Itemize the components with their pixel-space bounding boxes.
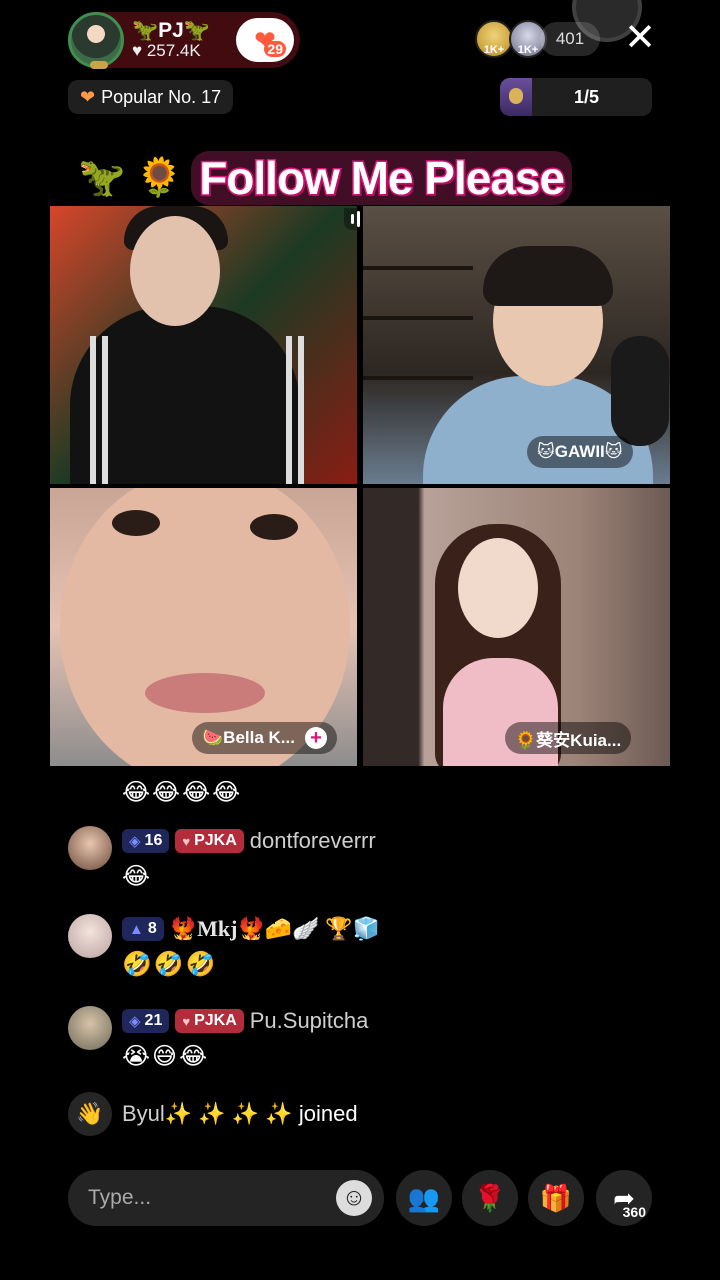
user-level-badge: ◈ 21 [122, 1009, 170, 1033]
guest-video-tile-3[interactable]: 🍉Bella K... + [50, 488, 357, 766]
video-content [611, 336, 669, 446]
chat-username[interactable]: dontforeverrr [250, 828, 376, 854]
user-level-badge: ▲ 8 [122, 917, 164, 941]
room-banner: 🦖 🌻 Follow Me Please [78, 148, 573, 208]
emoji-icon[interactable]: ☺ [336, 1180, 372, 1216]
chat-user-avatar[interactable] [68, 826, 112, 870]
guest-name: 🐱GAWII🐱 [537, 442, 623, 461]
heart-icon: ❤ [80, 86, 96, 107]
host-avatar[interactable] [68, 12, 124, 69]
video-content [90, 336, 96, 484]
people-icon: 👥 [407, 1182, 441, 1213]
chat-username[interactable]: Pu.Supitcha [250, 1008, 369, 1034]
host-info-pill[interactable]: 🦖PJ🦖 ♥ 257.4K ❤ 29 [68, 12, 300, 69]
chat-text: 😭😅😂 [122, 1043, 210, 1070]
popular-rank-badge[interactable]: ❤ Popular No. 17 [68, 80, 234, 114]
host-name: 🦖PJ🦖 [132, 19, 210, 43]
video-content [145, 673, 265, 713]
user-level: 8 [147, 920, 157, 937]
guest-name-tag[interactable]: 🍉Bella K... + [192, 722, 337, 754]
fan-club-badge: ♥ PJKA [175, 829, 244, 853]
joined-username[interactable]: Byul✨ ✨ ✨ ✨ [122, 1101, 293, 1126]
fans-club-button[interactable]: ❤ 29 [236, 18, 294, 62]
user-level-badge: ◈ 16 [122, 829, 170, 853]
triangle-icon: ▲ [129, 920, 144, 938]
user-level: 21 [144, 1012, 163, 1029]
video-content [298, 336, 304, 484]
popular-rank-label: Popular No. 17 [101, 86, 222, 107]
follow-plus-icon[interactable]: + [304, 727, 327, 749]
guest-name: 🌻葵安Kuia... [515, 730, 622, 750]
top-viewers[interactable]: 1K+ 1K+ [475, 20, 547, 58]
chat-user-avatar[interactable] [68, 914, 112, 958]
fan-club-name: PJKA [194, 1012, 237, 1029]
video-content [286, 336, 292, 484]
video-content [483, 246, 613, 306]
gift-icon: 🎁 [539, 1182, 573, 1213]
guest-name-tag[interactable]: 🐱GAWII🐱 [527, 436, 633, 468]
comment-input[interactable]: Type... ☺ [68, 1170, 384, 1226]
guest-video-tile-2[interactable]: 🐱GAWII🐱 [363, 206, 670, 484]
joined-label: joined [298, 1101, 358, 1126]
join-text: Byul✨ ✨ ✨ ✨ joined [122, 1101, 358, 1127]
host-likes: ♥ 257.4K [132, 41, 201, 61]
fan-club-name: PJKA [194, 832, 237, 849]
pagination-text: 1/5 [574, 87, 600, 107]
video-content [130, 216, 220, 326]
guest-name-tag[interactable]: 🌻葵安Kuia... [505, 722, 632, 754]
video-content [112, 510, 160, 536]
chat-username[interactable]: 🐦‍🔥Mkj🐦‍🔥🧀🪽 🏆🧊 [170, 916, 380, 942]
viewer-count[interactable]: 401 [540, 22, 600, 56]
chat-emoji-line: 😂😂😂😂 [122, 779, 243, 806]
chat-user-avatar[interactable] [68, 1006, 112, 1050]
rose-gift-button[interactable]: 🌹 [462, 1170, 518, 1226]
comment-placeholder: Type... [88, 1186, 152, 1209]
room-thumbnail [500, 78, 532, 116]
chat-text: 🤣🤣🤣 [122, 951, 218, 978]
video-content [250, 514, 298, 540]
banner-title: Follow Me Please [191, 151, 573, 206]
user-level: 16 [144, 832, 163, 849]
share-button[interactable]: ➦ 360 [596, 1170, 652, 1226]
host-likes-count: 257.4K [146, 41, 201, 61]
fan-club-badge: ♥ PJKA [175, 1009, 244, 1033]
club-icon: ♥ [182, 1013, 191, 1029]
chat-text: 😂 [122, 863, 153, 890]
guest-name: 🍉Bella K... [202, 728, 295, 747]
multi-guest-video-grid: 🐱GAWII🐱 🍉Bella K... + 🌻葵安Kuia... [50, 206, 670, 766]
video-content [102, 336, 108, 484]
guest-video-tile-1[interactable] [50, 206, 357, 484]
join-notification: 👋 Byul✨ ✨ ✨ ✨ joined [68, 1092, 358, 1136]
wave-hand-icon: 👋 [68, 1092, 112, 1136]
top-viewer-avatar[interactable]: 1K+ [475, 20, 513, 58]
video-content [458, 538, 538, 638]
video-content [363, 316, 473, 320]
fans-level: 29 [264, 41, 286, 57]
club-icon: ♥ [182, 833, 191, 849]
share-count: 360 [622, 1204, 646, 1220]
close-button[interactable]: ✕ [620, 18, 660, 58]
video-content [363, 376, 473, 380]
multi-guest-button[interactable]: 👥 [396, 1170, 452, 1226]
gem-icon: ◈ [129, 1013, 141, 1030]
gem-icon: ◈ [129, 833, 141, 850]
room-pagination[interactable]: 1/5 [500, 78, 652, 116]
video-content [363, 266, 473, 270]
gift-button[interactable]: 🎁 [528, 1170, 584, 1226]
banner-emoji: 🦖 🌻 [78, 157, 184, 199]
rose-icon: 🌹 [473, 1182, 507, 1213]
guest-video-tile-4[interactable]: 🌻葵安Kuia... [363, 488, 670, 766]
